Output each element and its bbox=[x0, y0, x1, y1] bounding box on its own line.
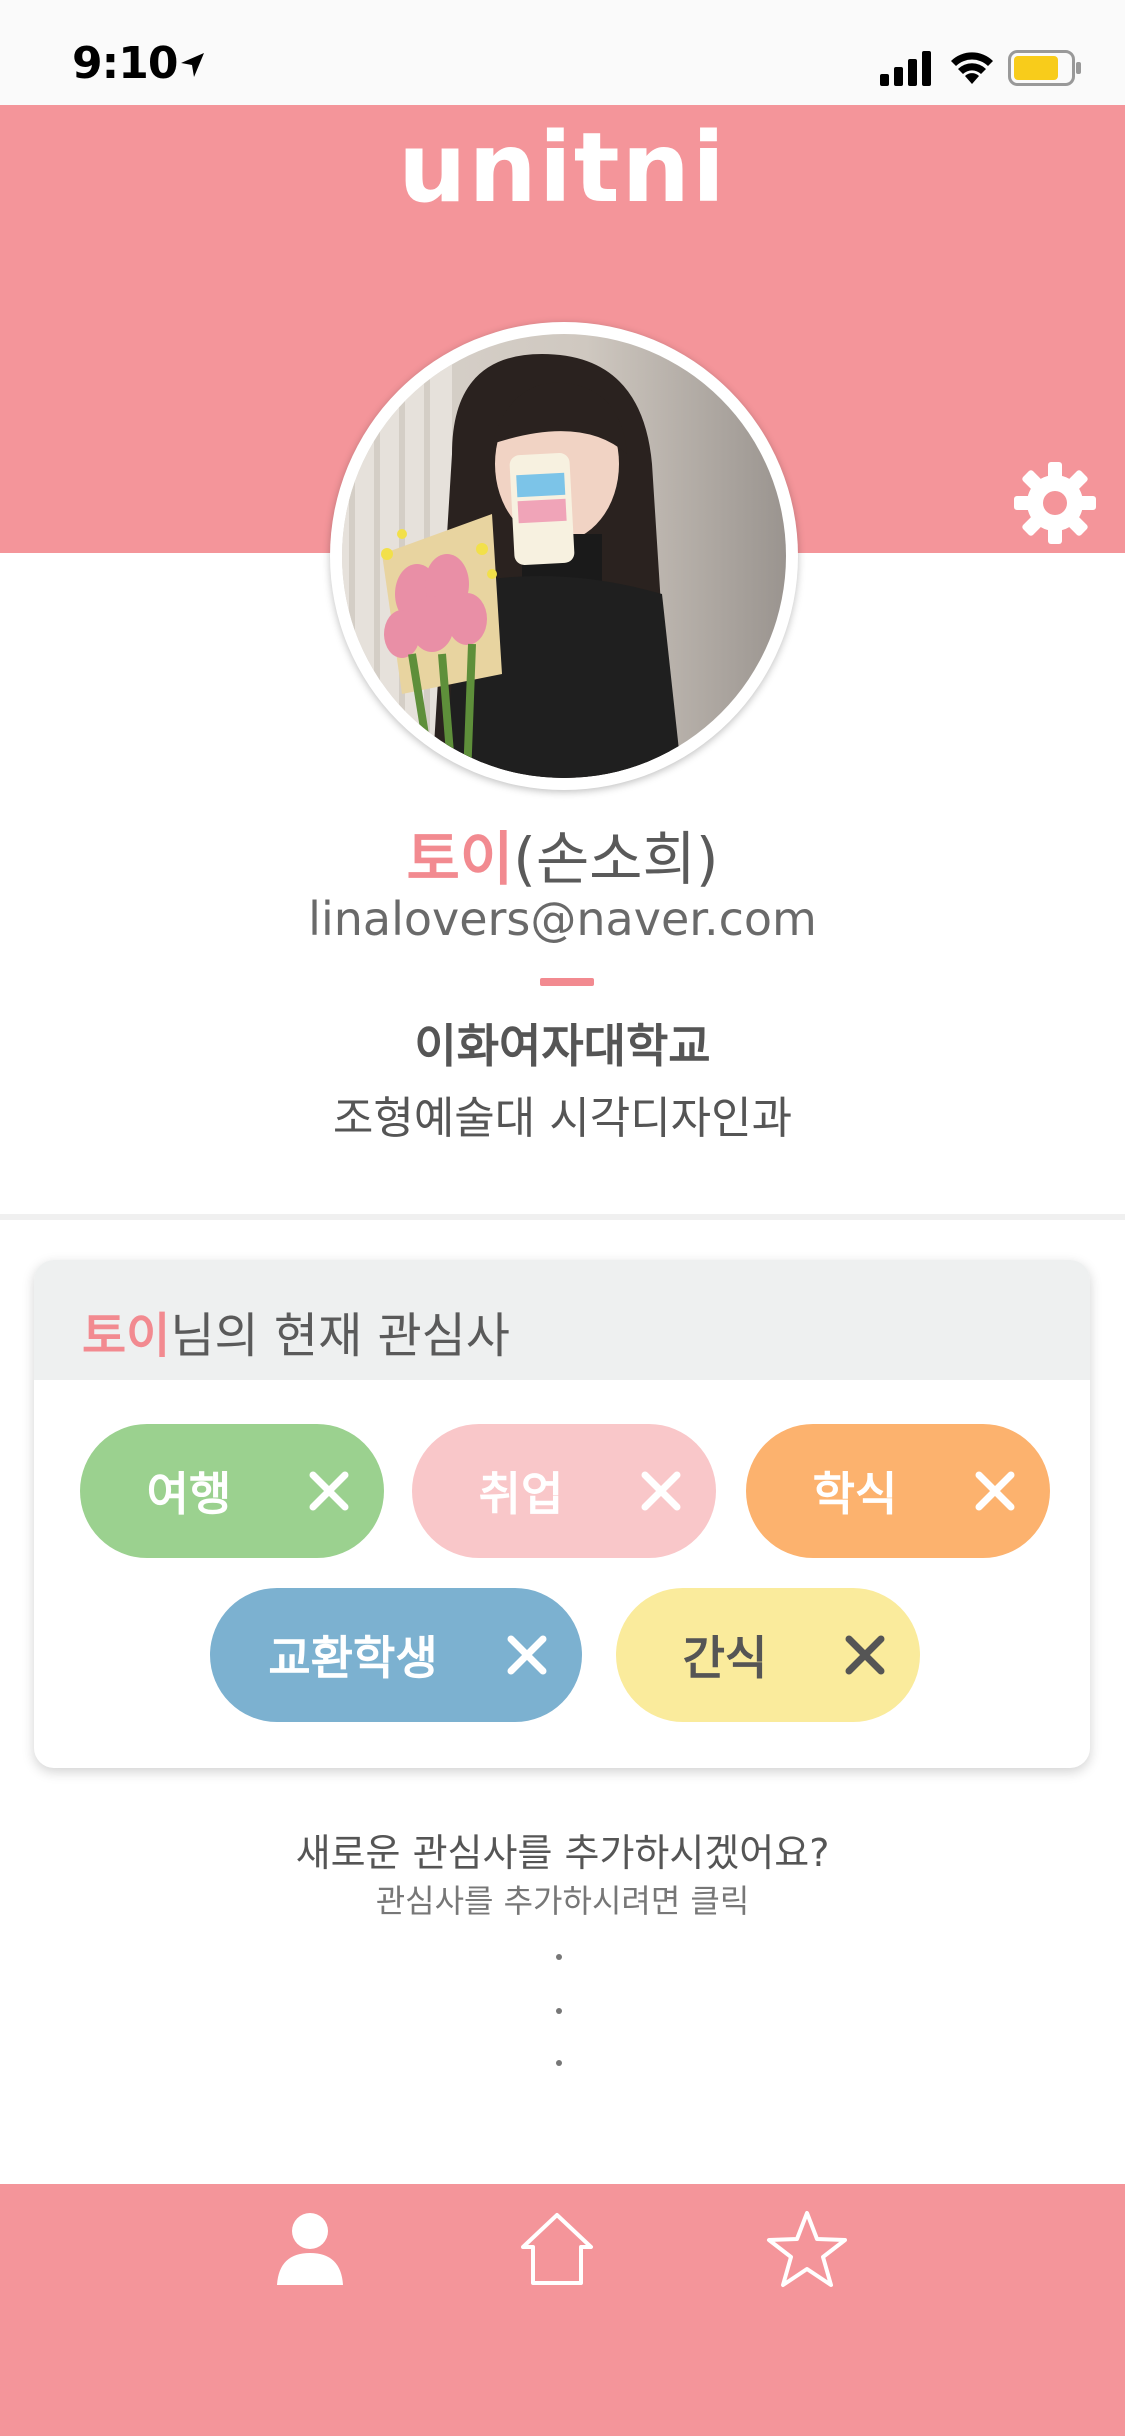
interest-chip-snack[interactable]: 간식 bbox=[616, 1588, 920, 1722]
wifi-icon bbox=[951, 52, 993, 84]
location-arrow-icon bbox=[181, 53, 204, 77]
nav-home-button[interactable] bbox=[512, 2204, 602, 2294]
interest-chip-exchange[interactable]: 교환학생 bbox=[210, 1588, 582, 1722]
ellipsis-dot bbox=[556, 2008, 562, 2014]
interest-chip-travel[interactable]: 여행 bbox=[80, 1424, 384, 1558]
interest-chip-job[interactable]: 취업 bbox=[412, 1424, 716, 1558]
profile-real-name: (손소희) bbox=[513, 825, 719, 893]
remove-interest-button[interactable] bbox=[606, 1424, 716, 1558]
remove-interest-button[interactable] bbox=[810, 1588, 920, 1722]
profile-email: linalovers@naver.com bbox=[308, 892, 817, 946]
battery-icon bbox=[1008, 50, 1081, 86]
interest-chip-label: 간식 bbox=[682, 1631, 768, 1685]
close-icon bbox=[641, 1471, 681, 1511]
close-icon bbox=[845, 1635, 885, 1675]
interest-chip-label: 학식 bbox=[812, 1467, 898, 1521]
interests-title-nickname: 토이 bbox=[82, 1308, 171, 1364]
home-icon bbox=[521, 2213, 593, 2285]
app-logo: unitni bbox=[398, 112, 727, 224]
interest-chip-label: 교환학생 bbox=[268, 1631, 438, 1685]
nav-favorites-button[interactable] bbox=[762, 2204, 852, 2294]
profile-nickname: 토이 bbox=[406, 825, 514, 893]
close-icon bbox=[507, 1635, 547, 1675]
interests-card-header: 토이님의 현재 관심사 bbox=[34, 1260, 1090, 1380]
status-time: 9:10 bbox=[72, 38, 178, 89]
profile-major: 조형예술대 시각디자인과 bbox=[332, 1093, 793, 1144]
section-divider bbox=[0, 1214, 1125, 1220]
add-interest-prompt[interactable]: 새로운 관심사를 추가하시겠어요? bbox=[0, 1822, 1125, 1877]
interests-title-text: 님의 현재 관심사 bbox=[170, 1308, 510, 1364]
person-icon bbox=[277, 2213, 343, 2285]
close-icon bbox=[975, 1471, 1015, 1511]
close-icon bbox=[309, 1471, 349, 1511]
remove-interest-button[interactable] bbox=[274, 1424, 384, 1558]
profile-school: 이화여자대학교 bbox=[414, 1019, 711, 1073]
nav-profile-button[interactable] bbox=[265, 2204, 355, 2294]
remove-interest-button[interactable] bbox=[472, 1588, 582, 1722]
ellipsis-dot bbox=[556, 2060, 562, 2066]
interest-chip-cafeteria[interactable]: 학식 bbox=[746, 1424, 1050, 1558]
remove-interest-button[interactable] bbox=[940, 1424, 1050, 1558]
cellular-signal-icon bbox=[880, 51, 931, 86]
add-interest-hint[interactable]: 관심사를 추가하시려면 클릭 bbox=[0, 1876, 1125, 1922]
gear-icon[interactable] bbox=[1010, 458, 1100, 548]
interests-title: 토이님의 현재 관심사 bbox=[82, 1296, 510, 1366]
ellipsis-dot bbox=[556, 1954, 562, 1960]
star-icon bbox=[767, 2211, 847, 2287]
interest-chip-label: 취업 bbox=[478, 1467, 564, 1521]
interests-card: 토이님의 현재 관심사 여행 취업 학식 교환학생 간식 bbox=[34, 1260, 1090, 1768]
profile-divider bbox=[540, 978, 594, 986]
profile-name: 토이(손소희) bbox=[0, 812, 1125, 896]
interest-chip-label: 여행 bbox=[146, 1467, 232, 1521]
avatar[interactable] bbox=[342, 334, 786, 778]
